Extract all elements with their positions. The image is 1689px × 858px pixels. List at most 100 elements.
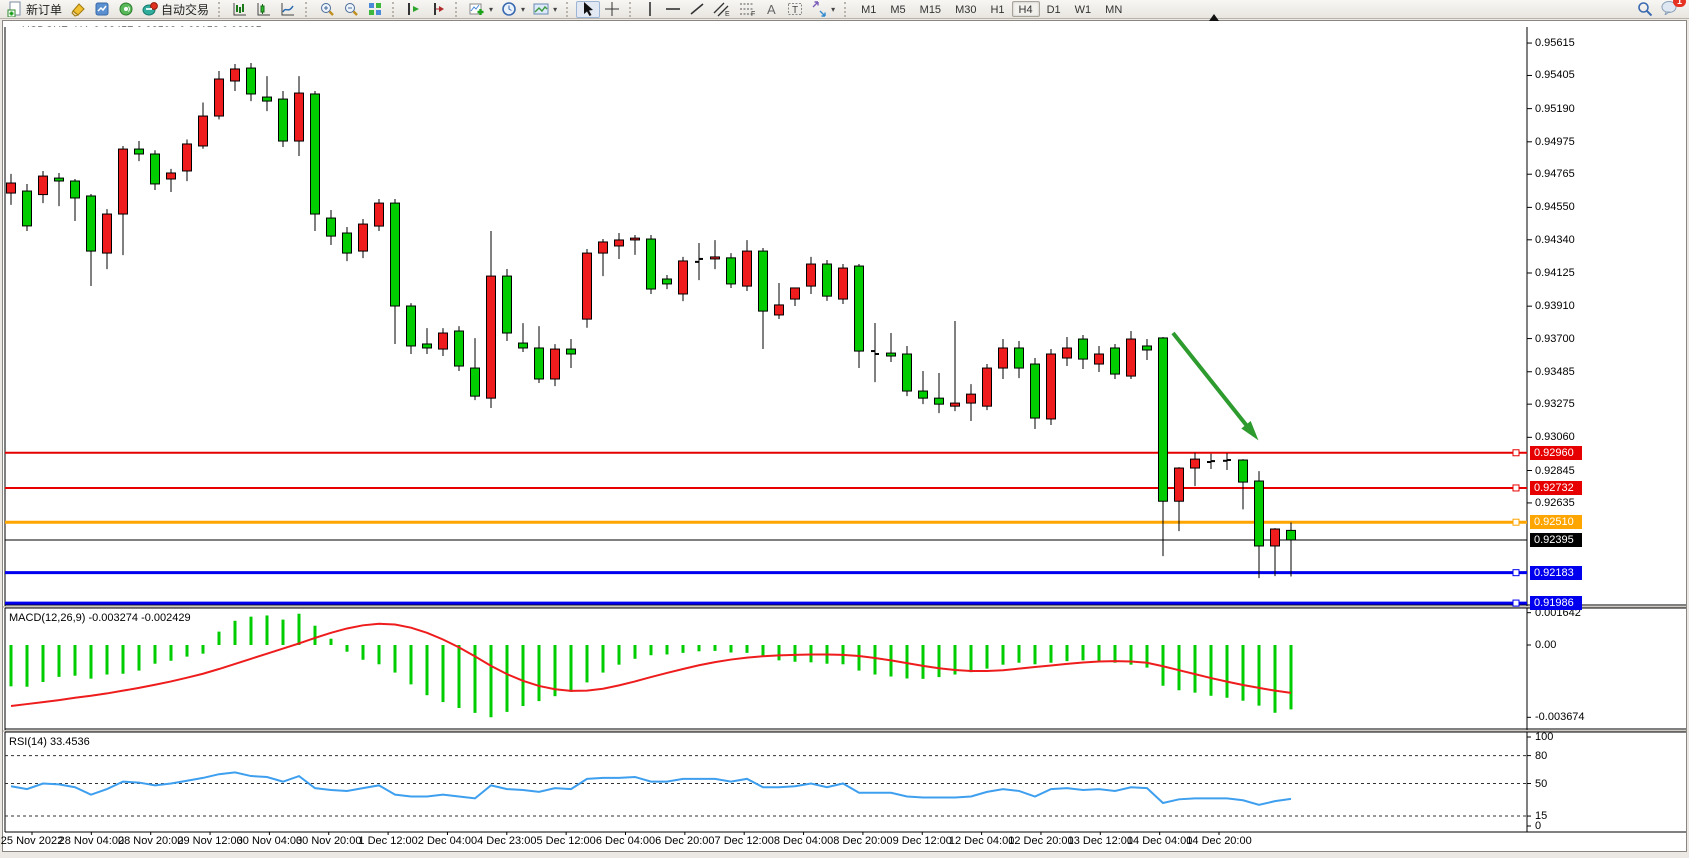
line-handle[interactable] xyxy=(1513,570,1519,576)
candle-chart-mode-button[interactable] xyxy=(252,1,276,18)
cursor-icon xyxy=(580,1,596,17)
chart-shift-button[interactable] xyxy=(426,1,450,18)
toolbar-separator xyxy=(305,2,310,17)
charts-button[interactable] xyxy=(90,1,114,18)
candle-body xyxy=(567,349,576,354)
zoom-out-button[interactable] xyxy=(339,1,363,18)
price-line-tag: 0.92395 xyxy=(1530,533,1582,547)
line-handle[interactable] xyxy=(1513,600,1519,606)
indicators-icon xyxy=(469,1,485,17)
time-axis-label: 7 Dec 12:00 xyxy=(715,835,774,847)
eraser-button[interactable] xyxy=(66,1,90,18)
timeframe-button-mn[interactable]: MN xyxy=(1098,1,1129,17)
price-axis-label: 0.94975 xyxy=(1535,137,1575,148)
rsi-line xyxy=(11,772,1291,805)
arrows-icon xyxy=(811,1,827,17)
zoom-out-icon xyxy=(343,1,359,17)
rsi-axis-label: 80 xyxy=(1535,751,1547,762)
timeframe-button-w1[interactable]: W1 xyxy=(1068,1,1099,17)
candle-body xyxy=(711,257,720,259)
price-line-tag: 0.91986 xyxy=(1530,596,1582,610)
candle-body xyxy=(903,354,912,391)
arrows-tool-button[interactable]: ▾ xyxy=(807,1,839,18)
candle-body xyxy=(87,196,96,251)
candle-body xyxy=(1031,364,1040,418)
main-plot-bg[interactable] xyxy=(5,27,1527,605)
candle-body xyxy=(247,68,256,94)
candle-body xyxy=(1143,346,1152,350)
trendline-tool-button[interactable] xyxy=(685,1,709,18)
line-handle[interactable] xyxy=(1513,450,1519,456)
auto-scroll-button[interactable] xyxy=(402,1,426,18)
new-order-button[interactable]: 新订单 xyxy=(3,1,66,18)
candle-body xyxy=(599,242,608,253)
candle-body xyxy=(183,144,192,171)
candle-body xyxy=(839,268,848,299)
indicators-button[interactable]: ▾ xyxy=(465,1,497,18)
chart-shift-marker[interactable] xyxy=(1209,14,1219,21)
fibonacci-tool-button[interactable]: F xyxy=(735,1,761,18)
vertical-line-icon xyxy=(643,1,657,17)
time-axis-label: 12 Dec 04:00 xyxy=(949,835,1014,847)
candle-body xyxy=(135,149,144,154)
chart-canvas[interactable] xyxy=(3,21,1688,853)
line-handle[interactable] xyxy=(1513,485,1519,491)
time-axis-label: 30 Nov 04:00 xyxy=(237,835,302,847)
text-icon: A xyxy=(765,1,779,17)
candle-body xyxy=(887,353,896,356)
rsi-axis-label: 0 xyxy=(1535,821,1541,832)
line-handle[interactable] xyxy=(1513,519,1519,525)
candle-body xyxy=(551,349,560,379)
candle-body xyxy=(471,368,480,396)
time-axis-label: 5 Dec 12:00 xyxy=(536,835,595,847)
candle-body xyxy=(615,240,624,246)
rsi-indicator-label: RSI(14) 33.4536 xyxy=(9,736,90,748)
text-tool-button[interactable]: A xyxy=(761,1,783,18)
macd-axis-label: -0.003674 xyxy=(1535,712,1585,723)
horizontal-line-icon xyxy=(665,1,681,17)
candle-body xyxy=(1175,468,1184,501)
candle-chart-icon xyxy=(256,1,272,17)
cursor-tool-button[interactable] xyxy=(576,1,600,18)
tile-windows-button[interactable] xyxy=(363,1,387,18)
time-axis-label: 8 Dec 20:00 xyxy=(833,835,892,847)
timeframe-button-h1[interactable]: H1 xyxy=(983,1,1011,17)
dropdown-caret-icon: ▾ xyxy=(489,5,493,14)
text-label-tool-button[interactable]: T xyxy=(783,1,807,18)
horizontal-line-tool-button[interactable] xyxy=(661,1,685,18)
candle-body xyxy=(39,176,48,195)
chart-window[interactable]: ▼ USDCHF-,H4 0.92457 0.92508 0.92158 0.9… xyxy=(2,20,1687,852)
candle-body xyxy=(359,224,368,251)
period-clock-icon xyxy=(501,1,517,17)
dropdown-caret-icon: ▾ xyxy=(521,5,525,14)
template-button[interactable]: ▾ xyxy=(529,1,561,18)
candle-body xyxy=(23,191,32,226)
candle-body xyxy=(487,276,496,398)
timeframe-button-m5[interactable]: M5 xyxy=(883,1,912,17)
timeframe-button-h4[interactable]: H4 xyxy=(1012,1,1040,17)
timeframe-button-m30[interactable]: M30 xyxy=(948,1,983,17)
candle-body xyxy=(1015,348,1024,368)
text-label-icon: T xyxy=(787,1,803,17)
price-line-tag: 0.92510 xyxy=(1530,515,1582,529)
period-clock-button[interactable]: ▾ xyxy=(497,1,529,18)
candle-body xyxy=(343,233,352,253)
candle-body xyxy=(439,333,448,349)
vertical-line-tool-button[interactable] xyxy=(639,1,661,18)
price-axis-label: 0.95190 xyxy=(1535,104,1575,115)
notifications-button[interactable]: 1 xyxy=(1661,0,1679,18)
eraser-icon xyxy=(70,1,86,17)
bar-chart-mode-button[interactable] xyxy=(228,1,252,18)
timeframe-button-d1[interactable]: D1 xyxy=(1040,1,1068,17)
channel-tool-button[interactable]: E xyxy=(709,1,735,18)
signals-button[interactable] xyxy=(114,1,138,18)
search-icon[interactable] xyxy=(1637,1,1653,17)
timeframe-button-m15[interactable]: M15 xyxy=(913,1,948,17)
time-axis-label: 30 Nov 20:00 xyxy=(296,835,361,847)
crosshair-tool-button[interactable] xyxy=(600,1,624,18)
line-chart-mode-button[interactable] xyxy=(276,1,300,18)
auto-trading-button[interactable]: 自动交易 xyxy=(138,1,213,18)
rsi-axis-label: 100 xyxy=(1535,732,1553,743)
timeframe-button-m1[interactable]: M1 xyxy=(854,1,883,17)
zoom-in-button[interactable] xyxy=(315,1,339,18)
